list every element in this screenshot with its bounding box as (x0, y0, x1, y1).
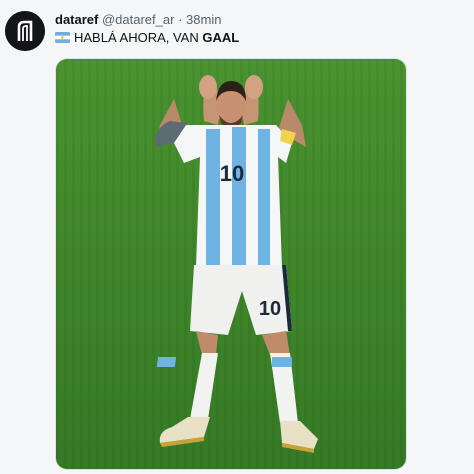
tweet-text: HABLÁ AHORA, VAN GAAL (55, 30, 239, 45)
argentina-flag-icon (55, 32, 70, 43)
tweet[interactable]: dataref @dataref_ar · 38min HABLÁ AHORA,… (0, 0, 474, 474)
jersey-number: 10 (220, 161, 244, 186)
tweet-header: dataref @dataref_ar · 38min (55, 12, 221, 27)
avatar[interactable] (5, 11, 45, 51)
dataref-logo-icon (5, 11, 45, 51)
display-name[interactable]: dataref (55, 12, 98, 27)
tweet-text-bold: GAAL (202, 30, 240, 45)
separator: · (178, 12, 183, 27)
handle[interactable]: @dataref_ar (102, 12, 174, 27)
tweet-text-prefix: HABLÁ AHORA, VAN (74, 30, 203, 45)
shorts-number: 10 (259, 298, 281, 320)
timestamp[interactable]: 38min (186, 12, 221, 27)
tweet-photo[interactable]: 10 10 (55, 58, 407, 470)
